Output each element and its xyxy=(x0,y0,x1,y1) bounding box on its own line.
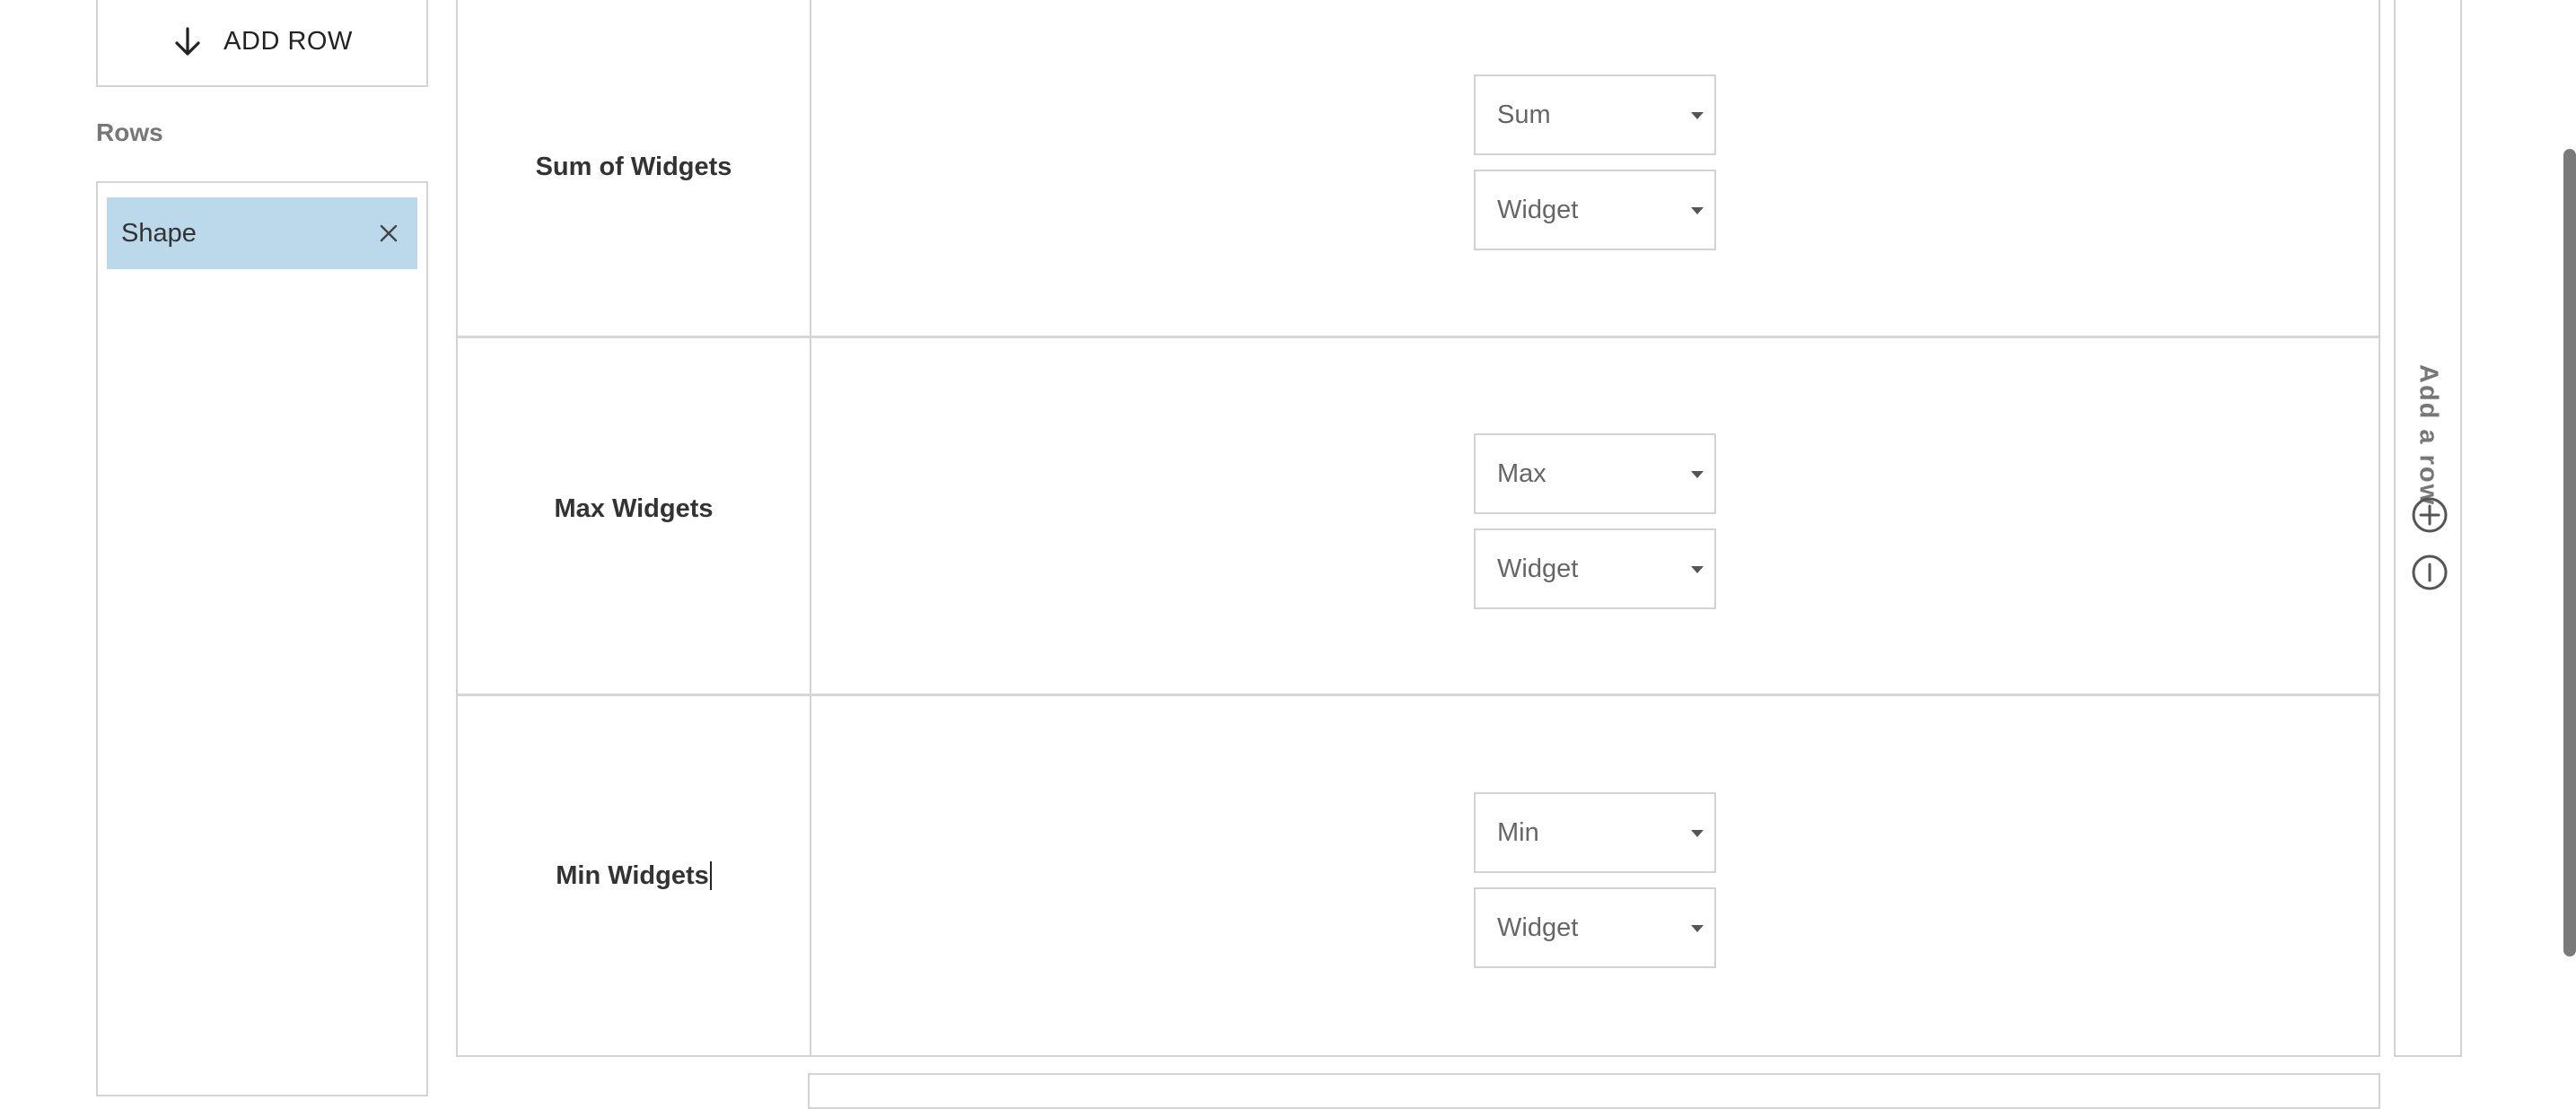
field-select[interactable]: Widget xyxy=(1474,528,1716,609)
arrow-down-icon xyxy=(175,26,200,56)
close-icon[interactable] xyxy=(376,221,401,246)
caret-down-icon xyxy=(1691,566,1704,573)
caret-down-icon xyxy=(1691,830,1704,837)
aggregate-select-value: Sum xyxy=(1497,100,1551,129)
caret-down-icon xyxy=(1691,471,1704,478)
table-footer-cell xyxy=(808,1073,2380,1109)
add-row-button[interactable]: ADD ROW xyxy=(96,0,428,87)
field-select-value: Widget xyxy=(1497,554,1579,583)
caret-down-icon xyxy=(1691,925,1704,932)
aggregate-select-value: Min xyxy=(1497,817,1539,847)
row-chip-shape[interactable]: Shape xyxy=(107,197,417,269)
table-row: Min Widgets Min Widget xyxy=(458,696,2379,1055)
field-select[interactable]: Widget xyxy=(1474,170,1716,250)
caret-down-icon xyxy=(1691,207,1704,214)
field-select-value: Widget xyxy=(1497,913,1579,942)
field-select[interactable]: Widget xyxy=(1474,887,1716,968)
field-select-value: Widget xyxy=(1497,195,1579,224)
plus-circle-icon[interactable] xyxy=(2410,495,2449,535)
row-label-max-widgets[interactable]: Max Widgets xyxy=(458,331,810,686)
row-label-sum-of-widgets[interactable]: Sum of Widgets xyxy=(458,0,810,336)
table-row: Sum of Widgets Sum Widget xyxy=(458,0,2379,336)
row-chip-label: Shape xyxy=(121,218,197,248)
rows-heading: Rows xyxy=(96,118,163,146)
row-label-min-widgets[interactable]: Min Widgets xyxy=(458,696,810,1055)
aggregate-select[interactable]: Min xyxy=(1474,792,1716,873)
add-a-row-label: Add a row xyxy=(2414,364,2443,507)
aggregate-select[interactable]: Max xyxy=(1474,433,1716,514)
add-a-row-rail[interactable]: Add a row xyxy=(2394,0,2462,1057)
text-cursor xyxy=(709,861,712,890)
aggregate-select[interactable]: Sum xyxy=(1474,74,1716,155)
rows-dropzone[interactable]: Shape xyxy=(96,181,428,1096)
add-row-label: ADD ROW xyxy=(223,27,353,56)
vertical-scrollbar[interactable] xyxy=(2563,149,2576,956)
measures-table: Sum of Widgets Sum Widget Max Widgets Ma… xyxy=(456,0,2380,1057)
caret-down-icon xyxy=(1691,112,1704,119)
table-row: Max Widgets Max Widget xyxy=(458,338,2379,694)
aggregate-select-value: Max xyxy=(1497,458,1546,488)
minus-circle-icon[interactable] xyxy=(2410,553,2449,592)
